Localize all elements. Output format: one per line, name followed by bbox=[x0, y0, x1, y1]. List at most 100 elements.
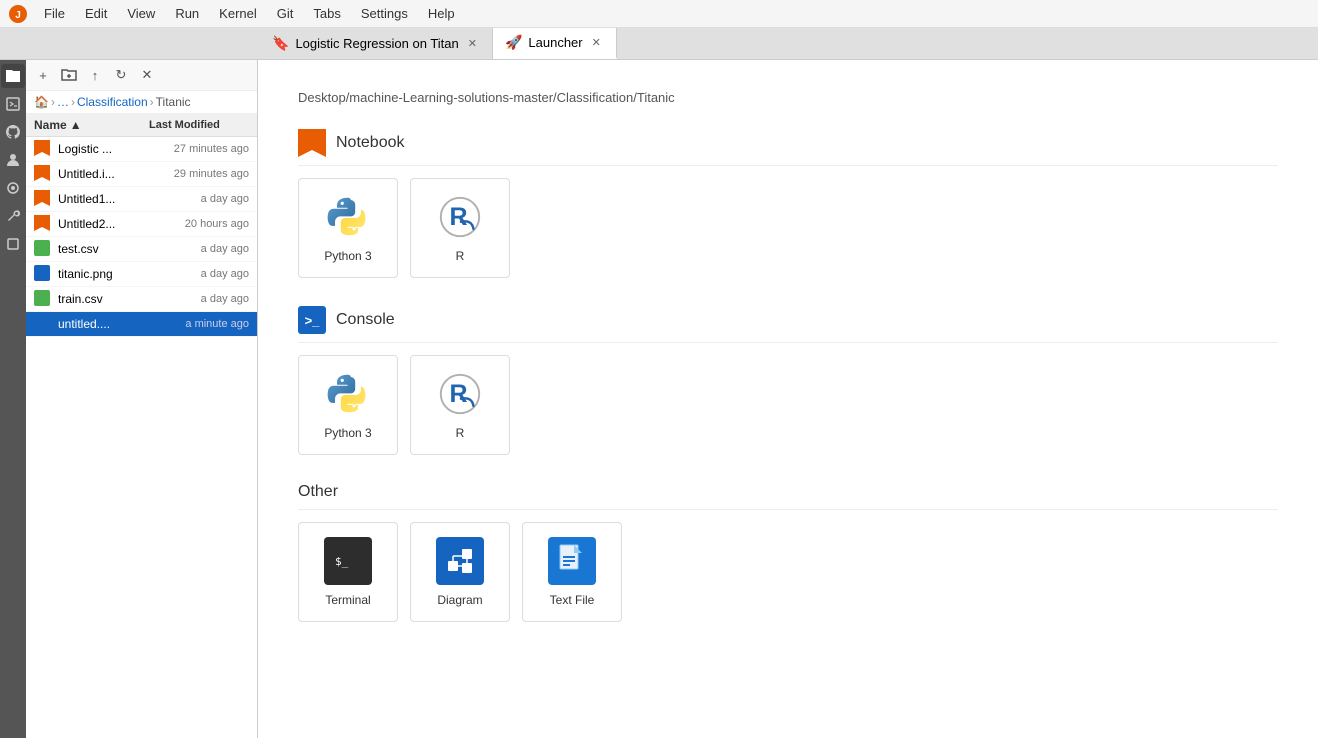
python3-console-label: Python 3 bbox=[324, 426, 371, 440]
tab-logistic-regression[interactable]: 🔖 Logistic Regression on Titan ✕ bbox=[260, 28, 493, 59]
menu-git[interactable]: Git bbox=[273, 4, 298, 23]
sidebar-btn-paint[interactable] bbox=[1, 176, 25, 200]
launcher-path: Desktop/machine-Learning-solutions-maste… bbox=[298, 90, 1278, 105]
console-section-title: Console bbox=[336, 311, 395, 329]
launcher-card-r-console[interactable]: R R bbox=[410, 355, 510, 455]
textfile-label: Text File bbox=[550, 593, 595, 607]
file-list: Logistic ... 27 minutes ago Untitled.i..… bbox=[26, 137, 257, 738]
file-name: Logistic ... bbox=[58, 142, 149, 156]
file-icon-png bbox=[34, 265, 52, 283]
upload-btn[interactable]: ↑ bbox=[84, 64, 106, 86]
svg-text:$_: $_ bbox=[335, 555, 349, 568]
other-cards: $_ Terminal bbox=[298, 522, 1278, 622]
breadcrumb-home[interactable]: 🏠 bbox=[34, 95, 49, 109]
tab-label-launcher: Launcher bbox=[528, 35, 582, 50]
column-name[interactable]: Name ▲ bbox=[34, 118, 149, 132]
filter-btn[interactable]: ✕ bbox=[136, 64, 158, 86]
breadcrumb-current: Titanic bbox=[156, 95, 191, 109]
file-icon-notebook bbox=[34, 140, 52, 158]
file-name: test.csv bbox=[58, 242, 149, 256]
file-icon-csv bbox=[34, 290, 52, 308]
launcher-tab-icon: 🚀 bbox=[505, 34, 522, 51]
new-folder-btn[interactable] bbox=[58, 64, 80, 86]
menu-tabs[interactable]: Tabs bbox=[309, 4, 344, 23]
other-section-title: Other bbox=[298, 483, 1278, 510]
menu-run[interactable]: Run bbox=[171, 4, 203, 23]
file-modified: a minute ago bbox=[149, 318, 249, 330]
menu-file[interactable]: File bbox=[40, 4, 69, 23]
notebook-section-icon bbox=[298, 129, 326, 157]
console-section-header: >_ Console bbox=[298, 306, 1278, 343]
breadcrumb-classification[interactable]: Classification bbox=[77, 95, 148, 109]
sidebar-btn-github[interactable] bbox=[1, 120, 25, 144]
file-icon-notebook bbox=[34, 190, 52, 208]
menu-kernel[interactable]: Kernel bbox=[215, 4, 261, 23]
file-name: Untitled1... bbox=[58, 192, 149, 206]
file-modified: a day ago bbox=[149, 293, 249, 305]
file-sidebar-toolbar: + ↑ ↻ ✕ bbox=[26, 60, 257, 91]
tab-close-launcher[interactable]: ✕ bbox=[589, 35, 604, 50]
icon-sidebar bbox=[0, 60, 26, 738]
file-item[interactable]: Logistic ... 27 minutes ago bbox=[26, 137, 257, 162]
file-item[interactable]: Untitled.i... 29 minutes ago bbox=[26, 162, 257, 187]
new-file-btn[interactable]: + bbox=[32, 64, 54, 86]
menu-help[interactable]: Help bbox=[424, 4, 459, 23]
breadcrumb: 🏠 › … › Classification › Titanic bbox=[26, 91, 257, 114]
file-name: Untitled.i... bbox=[58, 167, 149, 181]
sidebar-btn-files[interactable] bbox=[1, 64, 25, 88]
file-item[interactable]: titanic.png a day ago bbox=[26, 262, 257, 287]
console-cards: Python 3 R R bbox=[298, 355, 1278, 455]
terminal-label: Terminal bbox=[325, 593, 370, 607]
file-item[interactable]: train.csv a day ago bbox=[26, 287, 257, 312]
menu-bar: J File Edit View Run Kernel Git Tabs Set… bbox=[0, 0, 1318, 28]
python-logo-icon bbox=[324, 193, 372, 241]
menu-settings[interactable]: Settings bbox=[357, 4, 412, 23]
launcher-card-python3-notebook[interactable]: Python 3 bbox=[298, 178, 398, 278]
sidebar-btn-person[interactable] bbox=[1, 148, 25, 172]
tab-bar: 🔖 Logistic Regression on Titan ✕ 🚀 Launc… bbox=[0, 28, 1318, 60]
file-icon-notebook bbox=[34, 215, 52, 233]
file-modified: a day ago bbox=[149, 243, 249, 255]
file-item[interactable]: Untitled1... a day ago bbox=[26, 187, 257, 212]
notebook-tab-icon: 🔖 bbox=[272, 35, 289, 52]
file-item[interactable]: Untitled2... 20 hours ago bbox=[26, 212, 257, 237]
tab-close-logistic[interactable]: ✕ bbox=[465, 36, 480, 51]
breadcrumb-ellipsis[interactable]: … bbox=[57, 95, 69, 109]
launcher-card-r-notebook[interactable]: R R bbox=[410, 178, 510, 278]
file-name: Untitled2... bbox=[58, 217, 149, 231]
tab-label-logistic: Logistic Regression on Titan bbox=[295, 36, 458, 51]
other-section: Other $_ Terminal bbox=[298, 483, 1278, 622]
launcher-card-textfile[interactable]: Text File bbox=[522, 522, 622, 622]
file-list-header: Name ▲ Last Modified bbox=[26, 114, 257, 137]
svg-text:R: R bbox=[449, 380, 467, 408]
refresh-btn[interactable]: ↻ bbox=[110, 64, 132, 86]
launcher-card-terminal[interactable]: $_ Terminal bbox=[298, 522, 398, 622]
svg-text:R: R bbox=[449, 203, 467, 231]
menu-view[interactable]: View bbox=[123, 4, 159, 23]
file-sidebar: + ↑ ↻ ✕ 🏠 › … › Classification › Titanic… bbox=[26, 60, 258, 738]
diagram-label: Diagram bbox=[437, 593, 482, 607]
file-name: train.csv bbox=[58, 292, 149, 306]
console-section-icon: >_ bbox=[298, 306, 326, 334]
terminal-icon: $_ bbox=[324, 537, 372, 585]
file-modified: 29 minutes ago bbox=[149, 168, 249, 180]
sidebar-btn-running[interactable] bbox=[1, 92, 25, 116]
r-notebook-label: R bbox=[456, 249, 465, 263]
sidebar-btn-wrench[interactable] bbox=[1, 204, 25, 228]
notebook-section-title: Notebook bbox=[336, 134, 405, 152]
tab-launcher[interactable]: 🚀 Launcher ✕ bbox=[493, 28, 617, 59]
textfile-icon bbox=[548, 537, 596, 585]
launcher-card-diagram[interactable]: Diagram bbox=[410, 522, 510, 622]
app-logo: J bbox=[8, 4, 28, 24]
r-console-logo-icon: R bbox=[436, 370, 484, 418]
sidebar-btn-square[interactable] bbox=[1, 232, 25, 256]
menu-edit[interactable]: Edit bbox=[81, 4, 111, 23]
file-icon-notebook bbox=[34, 165, 52, 183]
file-item[interactable]: test.csv a day ago bbox=[26, 237, 257, 262]
file-modified: a day ago bbox=[149, 193, 249, 205]
launcher-card-python3-console[interactable]: Python 3 bbox=[298, 355, 398, 455]
main-layout: + ↑ ↻ ✕ 🏠 › … › Classification › Titanic… bbox=[0, 60, 1318, 738]
file-item-selected[interactable]: untitled.... a minute ago bbox=[26, 312, 257, 337]
notebook-section: Notebook bbox=[298, 129, 1278, 278]
console-section: >_ Console bbox=[298, 306, 1278, 455]
